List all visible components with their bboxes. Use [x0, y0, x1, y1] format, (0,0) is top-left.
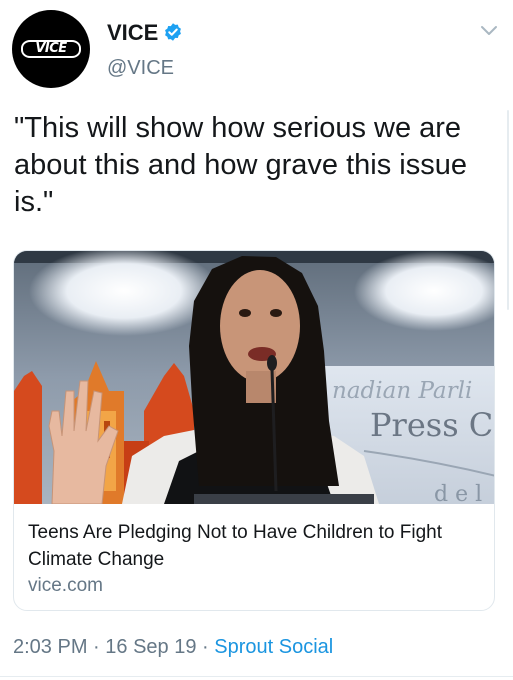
sign-text-1: nadian Parli [332, 378, 472, 404]
chevron-down-icon[interactable] [480, 25, 498, 37]
verified-badge-icon [165, 23, 181, 41]
tweet: VICE VICE @VICE "This will show how seri… [0, 0, 513, 680]
card-domain: vice.com [28, 575, 103, 596]
meta-separator: · [87, 636, 106, 658]
tweet-source-link[interactable]: Sprout Social [214, 636, 333, 658]
card-title[interactable]: Teens Are Pledging Not to Have Children … [28, 519, 483, 573]
tweet-text: "This will show how serious we are about… [14, 112, 467, 218]
user-handle[interactable]: @VICE [107, 57, 174, 80]
sign-text-2: Press C [370, 406, 493, 444]
tweet-date[interactable]: 16 Sep 19 [105, 636, 196, 658]
display-name[interactable]: VICE [107, 20, 158, 46]
svg-text:d e l: d e l [434, 482, 482, 504]
vice-logo: VICE [21, 40, 81, 58]
card-image[interactable]: nadian Parli Press C d e l [14, 251, 495, 504]
tweet-meta: 2:03 PM · 16 Sep 19 · Sprout Social [13, 636, 333, 659]
link-card[interactable]: nadian Parli Press C d e l Teens Are Ple… [13, 250, 495, 611]
divider [0, 676, 513, 677]
tweet-time[interactable]: 2:03 PM [13, 636, 87, 658]
avatar[interactable]: VICE [12, 10, 90, 88]
meta-separator: · [196, 636, 215, 658]
divider [507, 110, 509, 310]
